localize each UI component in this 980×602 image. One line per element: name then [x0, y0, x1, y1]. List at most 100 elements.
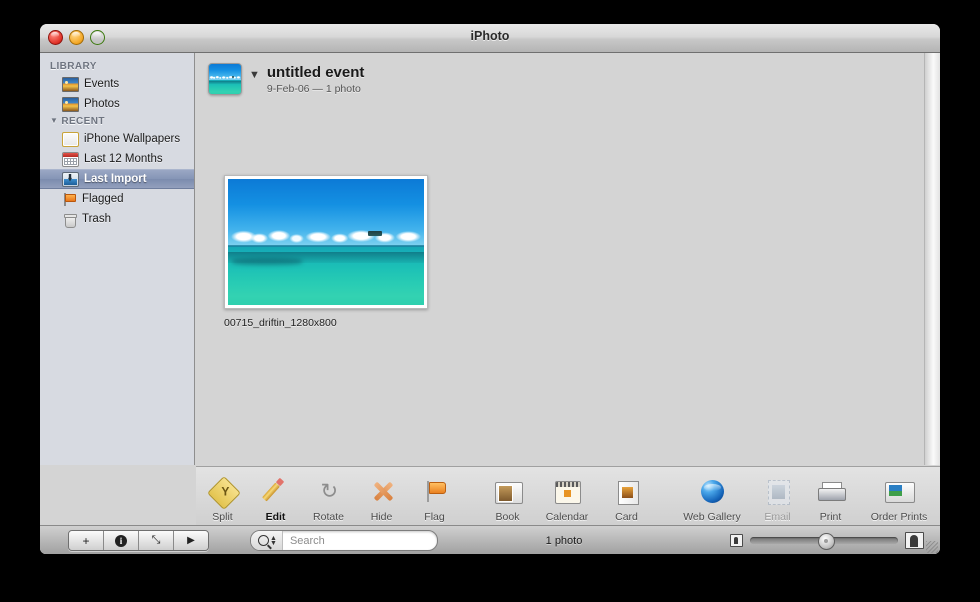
toolbar-button-book[interactable]: Book — [481, 478, 534, 523]
vertical-scrollbar[interactable] — [924, 53, 940, 465]
globe-icon — [695, 478, 729, 508]
toolbar-group-projects: Book Calendar Card — [481, 471, 653, 523]
piling-cap — [368, 231, 382, 237]
printer-icon — [814, 478, 848, 508]
rotate-icon: ↻ — [320, 480, 339, 503]
slideshow-button[interactable]: ▶ — [174, 531, 208, 550]
sidebar-group-recent[interactable]: ▼ RECENT — [40, 114, 194, 129]
toolbar-button-order-prints[interactable]: Order Prints — [857, 478, 940, 523]
album-icon — [62, 131, 79, 147]
trash-icon — [62, 213, 77, 228]
sidebar-group-recent-label: RECENT — [61, 116, 105, 127]
small-thumbnail-icon — [730, 534, 743, 547]
card-icon — [610, 478, 644, 508]
photo-thumbnail[interactable] — [224, 175, 428, 309]
large-thumbnail-icon — [905, 532, 924, 549]
calendar-icon — [550, 478, 584, 508]
import-icon — [62, 171, 79, 187]
stepper-icon: ▲ ▼ — [270, 534, 277, 547]
toolbar-button-flag[interactable]: Flag — [408, 478, 461, 523]
chevron-down-icon: ▼ — [50, 116, 59, 125]
toolbar-button-rotate[interactable]: ↻ Rotate — [302, 478, 355, 524]
fullscreen-icon: ⤡ — [151, 534, 161, 546]
toolbar-label: Calendar — [545, 511, 589, 523]
event-key-photo[interactable] — [208, 63, 242, 95]
toolbar-button-web-gallery[interactable]: Web Gallery — [673, 478, 751, 523]
thumbnail-size-slider[interactable] — [750, 533, 898, 550]
split-icon — [206, 476, 241, 510]
toolbar-button-card[interactable]: Card — [600, 478, 653, 523]
toolbar-label: Edit — [265, 511, 286, 523]
sidebar-item-label: Flagged — [82, 193, 124, 205]
event-subtitle: 9-Feb-06 — 1 photo — [266, 83, 361, 95]
toolbar-button-print[interactable]: Print — [804, 478, 857, 523]
toolbar-label: Email — [764, 511, 791, 523]
event-disclosure-triangle-icon[interactable]: ▼ — [249, 69, 260, 81]
sidebar: LIBRARY Events Photos ▼ RECENT iPhone Wal… — [40, 53, 195, 465]
photo-icon — [62, 96, 79, 112]
sidebar-item-last-12-months[interactable]: Last 12 Months — [40, 149, 194, 169]
clouds — [209, 75, 241, 80]
sidebar-group-library: LIBRARY — [40, 59, 194, 74]
book-icon — [491, 478, 525, 508]
toolbar-label: Flag — [424, 511, 445, 523]
plus-icon: + — [82, 533, 90, 548]
search-input[interactable]: Search — [283, 535, 325, 547]
photo-browser: ▼ untitled event 9-Feb-06 — 1 photo 0071… — [196, 53, 940, 465]
toolbar-label: Hide — [370, 511, 393, 523]
sidebar-item-events[interactable]: Events — [40, 74, 194, 94]
info-icon: i — [115, 534, 127, 547]
toolbar-group-edit: Split Edit ↻ Rotate Hide Flag — [196, 471, 461, 523]
search-icon — [258, 535, 269, 546]
search-scope-button[interactable]: ▲ ▼ — [251, 531, 283, 550]
toolbar-label: Split — [212, 511, 233, 523]
play-icon: ▶ — [187, 535, 195, 546]
toolbar-label: Order Prints — [870, 511, 928, 523]
email-stamp-icon — [761, 478, 795, 508]
window-body: LIBRARY Events Photos ▼ RECENT iPhone Wal… — [40, 53, 940, 554]
bottom-toolbar: Split Edit ↻ Rotate Hide Flag — [196, 466, 940, 527]
toolbar-button-calendar[interactable]: Calendar — [534, 478, 600, 523]
sidebar-item-iphone-wallpapers[interactable]: iPhone Wallpapers — [40, 129, 194, 149]
calendar-icon — [62, 151, 79, 167]
toolbar-label: Web Gallery — [683, 511, 741, 523]
toolbar-button-hide[interactable]: Hide — [355, 478, 408, 523]
sidebar-group-library-label: LIBRARY — [50, 61, 97, 72]
sidebar-item-flagged[interactable]: Flagged — [40, 189, 194, 209]
add-album-button[interactable]: + — [69, 531, 104, 550]
title-bar[interactable]: iPhoto — [40, 24, 940, 53]
water-dark-band — [209, 81, 241, 85]
pencil-icon — [259, 478, 293, 508]
toolbar-label: Rotate — [313, 511, 344, 523]
event-header: ▼ untitled event 9-Feb-06 — 1 photo — [208, 63, 364, 95]
sidebar-item-label: Last 12 Months — [84, 153, 163, 165]
fullscreen-button[interactable]: ⤡ — [139, 531, 174, 550]
flag-icon — [62, 192, 77, 206]
seascape-thumbnail — [209, 64, 241, 94]
thumbnail-size-control — [730, 532, 924, 550]
slider-knob[interactable] — [818, 533, 835, 550]
sidebar-item-label: Trash — [82, 213, 111, 225]
event-text: untitled event 9-Feb-06 — 1 photo — [267, 64, 365, 95]
toolbar-button-split[interactable]: Split — [196, 476, 249, 523]
hide-x-icon — [365, 478, 399, 508]
status-bar: + i ⤡ ▶ ▲ ▼ Search 1 photo — [40, 525, 940, 554]
toolbar-button-edit[interactable]: Edit — [249, 478, 302, 523]
info-button[interactable]: i — [104, 531, 139, 550]
resize-grip[interactable] — [926, 541, 938, 553]
status-text: 1 photo — [545, 534, 583, 547]
event-title[interactable]: untitled event — [267, 64, 365, 81]
window-title: iPhoto — [470, 29, 510, 43]
photo-filename: 00715_driftin_1280x800 — [224, 317, 337, 329]
sidebar-item-last-import[interactable]: Last Import — [40, 169, 194, 189]
toolbar-label: Card — [615, 511, 638, 523]
photo-icon — [62, 76, 79, 92]
sidebar-item-trash[interactable]: Trash — [40, 209, 194, 229]
toolbar-button-email[interactable]: Email — [751, 478, 804, 523]
flag-icon — [418, 478, 452, 508]
photo-cell[interactable]: 00715_driftin_1280x800 — [224, 175, 428, 329]
piling-cap — [231, 76, 235, 78]
order-prints-icon — [882, 478, 916, 508]
sidebar-item-photos[interactable]: Photos — [40, 94, 194, 114]
toolbar-label: Book — [495, 511, 520, 523]
